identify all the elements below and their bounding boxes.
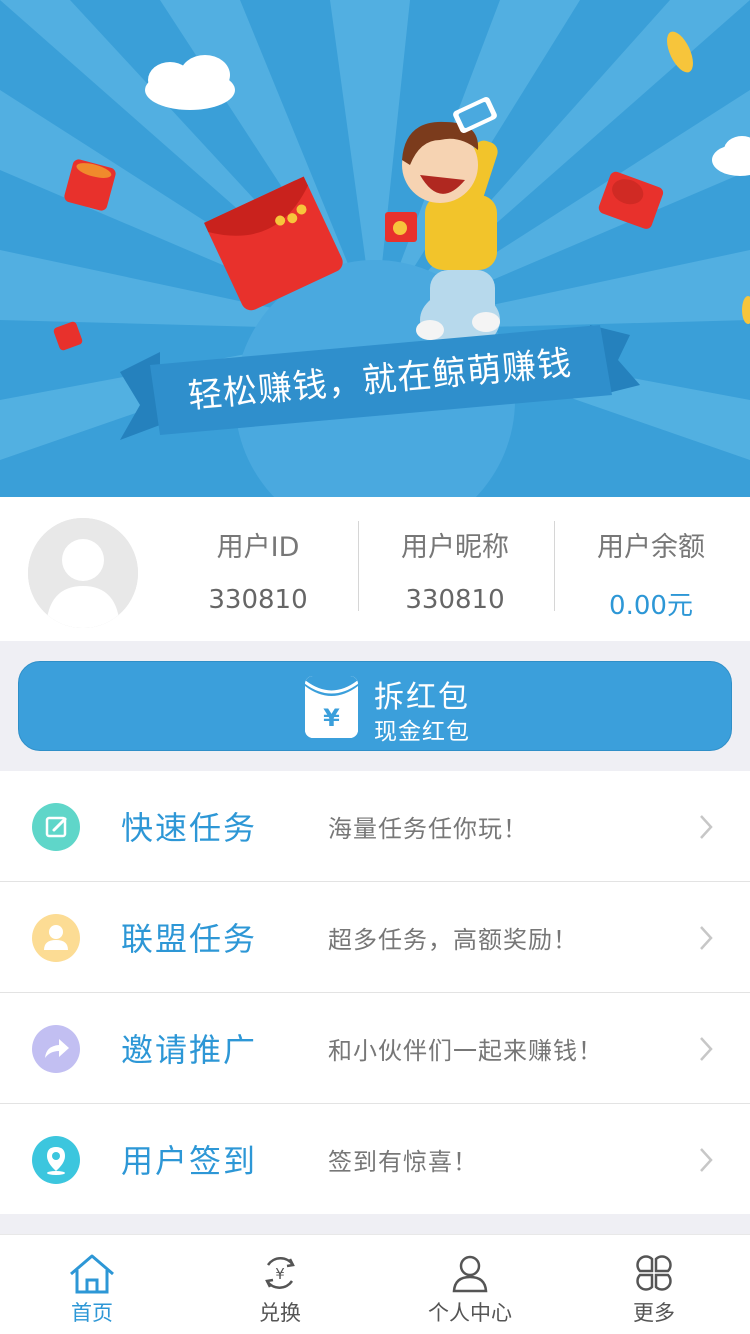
avatar[interactable] <box>28 518 138 628</box>
location-icon <box>32 1136 80 1184</box>
user-nickname-stat: 用户昵称 330810 <box>356 497 554 641</box>
banner-illustration <box>0 0 750 497</box>
exchange-icon: ¥ <box>265 1257 295 1289</box>
menu-item-alliance-task[interactable]: 联盟任务 超多任务，高额奖励！ <box>0 882 750 993</box>
tab-label: 个人中心 <box>428 1301 512 1325</box>
menu-item-description: 海量任务任你玩！ <box>328 815 528 843</box>
chevron-right-icon <box>700 1037 713 1061</box>
menu-item-title: 联盟任务 <box>121 920 258 958</box>
user-id-label: 用户ID <box>216 532 300 563</box>
share-icon <box>32 1025 80 1073</box>
user-balance-stat: 用户余额 0.00元 <box>552 497 750 641</box>
person-icon <box>452 1255 488 1293</box>
tab-label: 更多 <box>633 1301 675 1325</box>
user-nickname-value: 330810 <box>405 585 505 615</box>
user-balance-value: 0.00元 <box>609 591 693 621</box>
user-icon <box>32 914 80 962</box>
app-page: 轻松赚钱，就在鲸萌赚钱 用户ID 330810 用户昵称 330810 用户余额… <box>0 0 750 1334</box>
tab-profile[interactable]: 个人中心 <box>400 1235 540 1334</box>
red-packet-subtitle: 现金红包 <box>374 719 470 745</box>
task-menu: 快速任务 海量任务任你玩！ 联盟任务 超多任务，高额奖励！ 邀请推广 和小伙伴们… <box>0 771 750 1214</box>
open-red-packet-button[interactable]: ¥ 拆红包 现金红包 <box>18 661 732 751</box>
chevron-right-icon <box>700 1148 713 1172</box>
tab-label: 首页 <box>71 1301 113 1325</box>
promo-banner: 轻松赚钱，就在鲸萌赚钱 <box>0 0 750 497</box>
menu-item-quick-task[interactable]: 快速任务 海量任务任你玩！ <box>0 771 750 882</box>
tab-home[interactable]: 首页 <box>22 1235 162 1334</box>
menu-item-title: 快速任务 <box>121 809 258 847</box>
svg-text:¥: ¥ <box>323 704 340 732</box>
chevron-right-icon <box>700 926 713 950</box>
tab-more[interactable]: 更多 <box>584 1235 724 1334</box>
menu-item-description: 和小伙伴们一起来赚钱！ <box>328 1037 603 1065</box>
menu-item-description: 签到有惊喜！ <box>328 1148 478 1176</box>
default-avatar-icon <box>28 518 138 628</box>
edit-icon <box>32 803 80 851</box>
menu-item-checkin[interactable]: 用户签到 签到有惊喜！ <box>0 1104 750 1214</box>
user-info-card: 用户ID 330810 用户昵称 330810 用户余额 0.00元 <box>0 497 750 641</box>
user-nickname-label: 用户昵称 <box>401 532 509 563</box>
user-balance-label: 用户余额 <box>597 532 705 563</box>
red-packet-title: 拆红包 <box>374 680 470 715</box>
menu-item-title: 用户签到 <box>121 1142 258 1180</box>
menu-item-description: 超多任务，高额奖励！ <box>328 926 578 954</box>
user-id-value: 330810 <box>208 585 308 615</box>
home-icon <box>70 1254 114 1294</box>
tab-label: 兑换 <box>259 1301 301 1325</box>
bottom-tab-bar: 首页 ¥ 兑换 个人中心 更多 <box>0 1234 750 1334</box>
yuan-envelope-icon: ¥ <box>305 676 358 738</box>
tab-exchange[interactable]: ¥ 兑换 <box>210 1235 350 1334</box>
user-id-stat: 用户ID 330810 <box>160 497 356 641</box>
more-icon <box>636 1255 672 1291</box>
svg-text:¥: ¥ <box>275 1265 285 1283</box>
chevron-right-icon <box>700 815 713 839</box>
menu-item-invite[interactable]: 邀请推广 和小伙伴们一起来赚钱！ <box>0 993 750 1104</box>
menu-item-title: 邀请推广 <box>121 1031 258 1069</box>
